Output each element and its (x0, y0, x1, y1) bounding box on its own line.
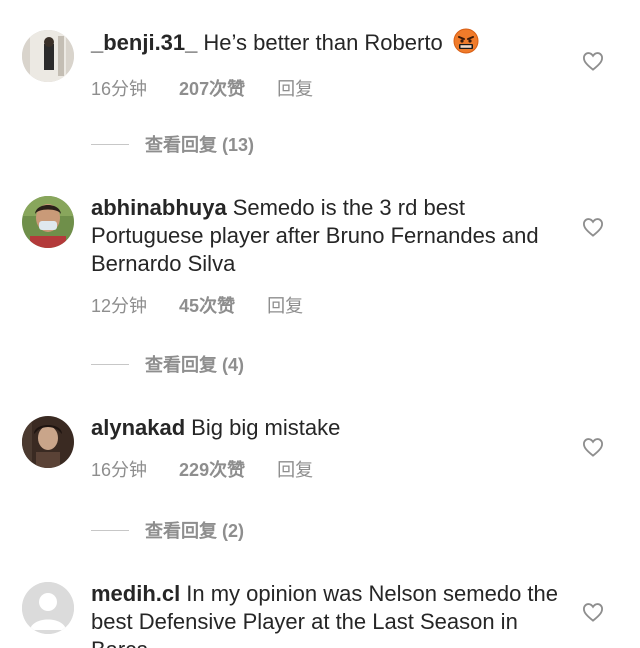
comment-meta: 12分钟 45次赞 回复 (91, 292, 561, 316)
comments-feed: _benji.31_ He’s better than Roberto 16分钟… (0, 0, 640, 648)
view-replies-label: 查看回复 (4) (145, 355, 244, 375)
reply-button[interactable]: 回复 (277, 456, 313, 482)
comment-username[interactable]: _benji.31_ (91, 30, 197, 55)
comment-time: 16分钟 (91, 460, 148, 480)
avatar-photo (22, 416, 74, 468)
default-avatar-icon (22, 582, 74, 634)
comment-time: 12分钟 (91, 296, 148, 316)
like-heart-icon[interactable] (582, 437, 604, 457)
comment-time: 16分钟 (91, 79, 148, 99)
like-heart-icon[interactable] (582, 217, 604, 237)
comment-text: alynakad Big big mistake (91, 414, 561, 442)
reply-button[interactable]: 回复 (267, 292, 303, 318)
divider-line (91, 143, 129, 145)
avatar-photo (22, 30, 74, 82)
like-heart-icon[interactable] (582, 51, 604, 71)
comment-text: abhinabhuya Semedo is the 3 rd best Portu… (91, 194, 561, 278)
comment-meta: 16分钟 207次赞 回复 (91, 75, 561, 99)
comment-username[interactable]: abhinabhuya (91, 195, 227, 220)
like-heart-icon[interactable] (582, 602, 604, 622)
avatar[interactable] (22, 582, 74, 634)
comment-username[interactable]: medih.cl (91, 581, 180, 606)
comment-body: He’s better than Roberto (203, 30, 443, 55)
avatar[interactable] (22, 196, 74, 248)
reply-button[interactable]: 回复 (277, 75, 313, 101)
avatar[interactable] (22, 416, 74, 468)
comment-text: _benji.31_ He’s better than Roberto (91, 28, 561, 61)
comment-username[interactable]: alynakad (91, 415, 185, 440)
view-replies-button[interactable]: 查看回复 (2) (91, 518, 244, 542)
comment-meta: 16分钟 229次赞 回复 (91, 456, 561, 480)
comment-likes[interactable]: 229次赞 (179, 456, 245, 482)
comment-text: medih.cl In my opinion was Nelson semedo … (91, 580, 561, 648)
view-replies-label: 查看回复 (13) (145, 135, 255, 155)
avatar[interactable] (22, 30, 74, 82)
view-replies-button[interactable]: 查看回复 (4) (91, 352, 244, 376)
divider-line (91, 529, 129, 531)
comment-body: Big big mistake (191, 415, 341, 440)
comment-likes[interactable]: 45次赞 (179, 292, 235, 318)
angry-face-emoji (453, 28, 479, 61)
divider-line (91, 363, 129, 365)
view-replies-button[interactable]: 查看回复 (13) (91, 132, 254, 156)
comment-likes[interactable]: 207次赞 (179, 75, 245, 101)
avatar-photo (22, 196, 74, 248)
view-replies-label: 查看回复 (2) (145, 521, 244, 541)
